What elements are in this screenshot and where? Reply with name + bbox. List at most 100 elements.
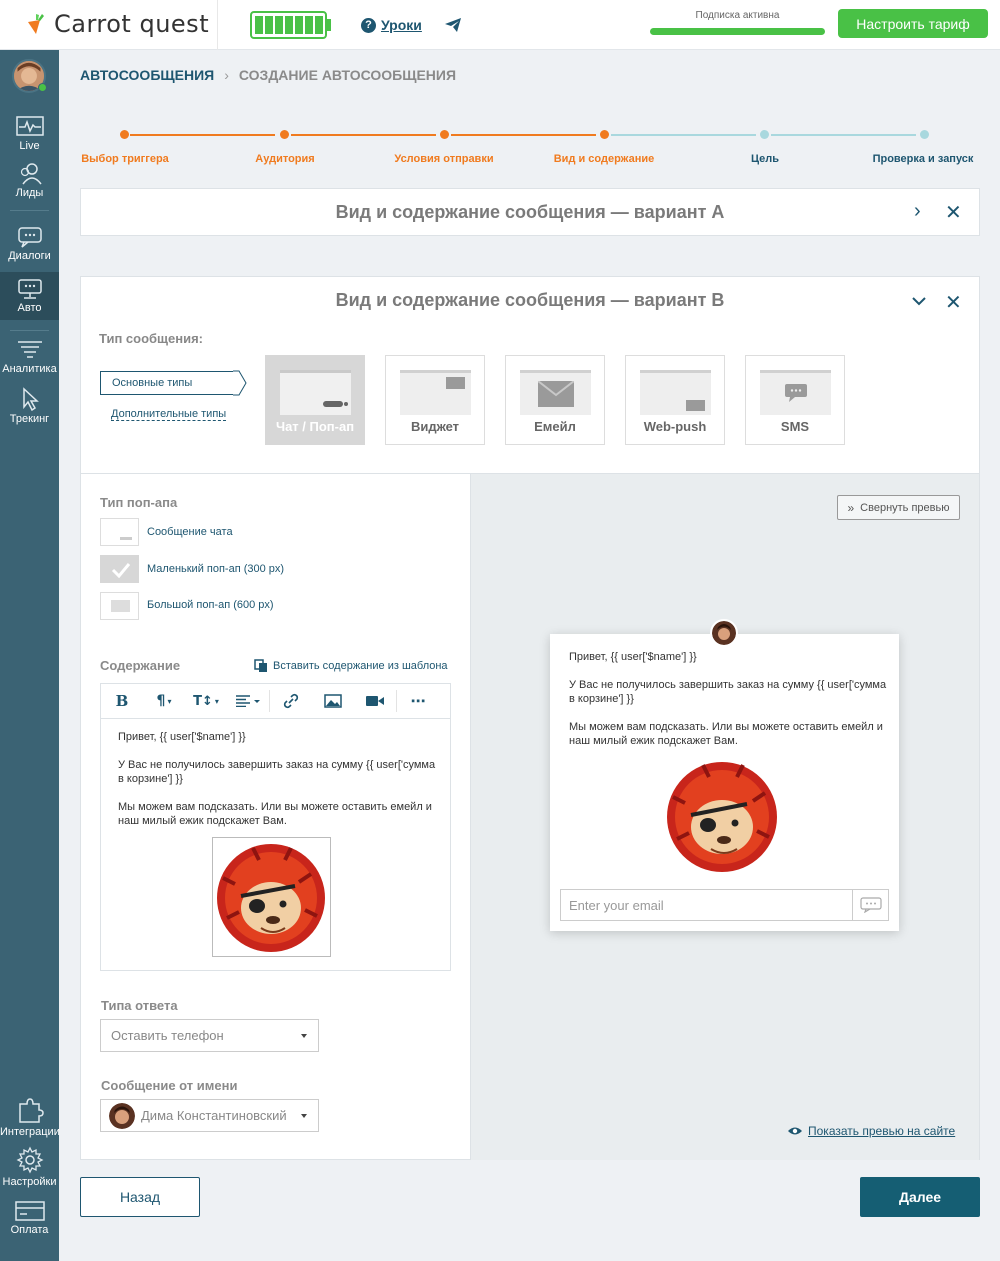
popup-type-small-option[interactable]: [100, 555, 139, 583]
message-type-label: Тип сообщения:: [99, 331, 203, 346]
step-dot[interactable]: [120, 130, 129, 139]
analytics-icon: [17, 341, 42, 358]
tab-arrow-icon: [233, 370, 247, 396]
hedgehog-illustration: [217, 844, 325, 952]
bold-icon[interactable]: B: [101, 684, 143, 719]
gear-icon: [16, 1146, 43, 1174]
popup-type-small-label[interactable]: Маленький поп-ап (300 px): [147, 563, 284, 575]
chevron-right-icon[interactable]: ›: [914, 200, 921, 223]
video-icon[interactable]: [354, 684, 396, 719]
hedgehog-illustration: [667, 762, 777, 872]
popup-type-chat-label[interactable]: Сообщение чата: [147, 526, 233, 538]
cursor-icon: [22, 387, 39, 411]
image-icon[interactable]: [312, 684, 354, 719]
card-icon: [14, 1201, 45, 1221]
reply-type-value: Оставить телефон: [111, 1028, 224, 1043]
popup-preview: Привет, {{ user['$name'] }} У Вас не пол…: [550, 619, 899, 931]
step-label-conditions[interactable]: Условия отправки: [394, 153, 493, 165]
telegram-icon[interactable]: [444, 16, 462, 34]
step-label-content[interactable]: Вид и содержание: [554, 153, 655, 165]
content-line-3: Мы можем вам подсказать. Или вы можете о…: [118, 801, 432, 827]
text-size-icon[interactable]: T↕ ▾: [185, 684, 227, 719]
sender-value: Дима Константиновский: [141, 1108, 287, 1123]
editor-content[interactable]: Привет, {{ user['$name'] }} У Вас не пол…: [118, 730, 438, 842]
logo[interactable]: Carrot quest: [24, 10, 209, 38]
subscription-progress-bar: [650, 28, 825, 35]
popup-line-2: У Вас не получилось завершить заказ на с…: [569, 679, 887, 705]
sender-select[interactable]: Дима Константиновский: [100, 1099, 319, 1132]
lessons-link[interactable]: ? Уроки: [361, 17, 422, 33]
collapse-preview-label: Свернуть превью: [860, 501, 950, 514]
sidebar-item-dialogs[interactable]: Диалоги: [0, 226, 59, 262]
more-icon[interactable]: ⋯: [397, 684, 439, 719]
step-dot[interactable]: [280, 130, 289, 139]
configure-tariff-button[interactable]: Настроить тариф: [838, 9, 988, 38]
battery-icon[interactable]: [250, 9, 332, 41]
message-type-sms[interactable]: SMS: [745, 355, 845, 445]
step-dot[interactable]: [760, 130, 769, 139]
chat-popup-preview-icon: [280, 370, 351, 415]
step-label-review[interactable]: Проверка и запуск: [873, 153, 974, 165]
message-type-web-push[interactable]: Web-push: [625, 355, 725, 445]
sender-label: Сообщение от имени: [101, 1078, 238, 1093]
align-icon[interactable]: [227, 684, 269, 719]
email-placeholder: Enter your email: [569, 897, 664, 913]
sidebar-item-auto[interactable]: Авто: [0, 272, 59, 320]
message-type-email[interactable]: Емейл: [505, 355, 605, 445]
email-preview-icon: [520, 370, 591, 415]
close-icon[interactable]: ✕: [945, 290, 962, 315]
link-icon[interactable]: [270, 684, 312, 719]
breadcrumb-root[interactable]: АВТОСООБЩЕНИЯ: [80, 67, 214, 83]
step-dot[interactable]: [920, 130, 929, 139]
sidebar-item-payment[interactable]: Оплата: [0, 1200, 59, 1236]
sidebar-item-settings[interactable]: Настройки: [0, 1146, 59, 1188]
sidebar-divider: [10, 210, 49, 211]
paragraph-icon[interactable]: ¶ ▾: [143, 684, 185, 719]
popup-type-large-option[interactable]: [100, 592, 139, 620]
step-connector: [611, 134, 756, 136]
popup-type-label: Тип поп-апа: [100, 495, 178, 510]
close-icon[interactable]: ✕: [945, 200, 962, 225]
insert-template-link[interactable]: Вставить содержание из шаблона: [254, 659, 448, 673]
show-preview-link[interactable]: Показать превью на сайте: [787, 1124, 955, 1138]
step-dot[interactable]: [440, 130, 449, 139]
extra-types-link[interactable]: Дополнительные типы: [111, 408, 227, 421]
sidebar-item-analytics[interactable]: Аналитика: [0, 339, 59, 375]
sidebar-item-label: Диалоги: [8, 250, 51, 262]
step-label-goal[interactable]: Цель: [751, 153, 779, 165]
sidebar-item-integrations[interactable]: Интеграции: [0, 1096, 60, 1138]
sidebar-item-label: Аналитика: [2, 363, 57, 375]
sidebar-item-tracking[interactable]: Трекинг: [0, 387, 59, 425]
show-preview-label: Показать превью на сайте: [808, 1124, 956, 1138]
rich-text-editor[interactable]: B ¶ ▾ T↕ ▾ ⋯ Привет, {{ user['$name'] }} У…: [100, 683, 451, 971]
step-label-audience[interactable]: Аудитория: [255, 153, 314, 165]
email-input[interactable]: Enter your email: [560, 889, 889, 921]
step-connector: [291, 134, 436, 136]
hedgehog-image[interactable]: [212, 837, 331, 957]
step-connector: [451, 134, 596, 136]
sidebar-item-leads[interactable]: Лиды: [0, 163, 59, 199]
step-dot[interactable]: [600, 130, 609, 139]
message-type-widget[interactable]: Виджет: [385, 355, 485, 445]
variant-b-title: Вид и содержание сообщения — вариант В: [335, 290, 725, 310]
carrot-logo-icon: [28, 14, 44, 34]
collapse-preview-button[interactable]: » Свернуть превью: [837, 495, 960, 520]
chevron-down-icon[interactable]: [911, 295, 927, 307]
popup-type-chat-option[interactable]: [100, 518, 139, 546]
message-type-label: SMS: [780, 419, 810, 434]
breadcrumb-current: СОЗДАНИЕ АВТОСООБЩЕНИЯ: [238, 67, 457, 83]
popup-type-large-label[interactable]: Большой поп-ап (600 px): [147, 599, 274, 611]
preview-area: » Свернуть превью Привет, {{ user['$name…: [470, 474, 979, 1160]
basic-types-tab[interactable]: Основные типы: [100, 371, 234, 395]
message-type-label: Чат / Поп-ап: [275, 419, 355, 434]
message-type-chat-popup[interactable]: Чат / Поп-ап: [265, 355, 365, 445]
step-label-trigger[interactable]: Выбор триггера: [81, 153, 169, 165]
reply-type-select[interactable]: Оставить телефон: [100, 1019, 319, 1052]
send-button[interactable]: [852, 890, 888, 920]
subscription-status: Подписка активна: [695, 10, 780, 21]
sms-preview-icon: [760, 370, 831, 415]
back-button[interactable]: Назад: [80, 1177, 200, 1217]
next-button[interactable]: Далее: [860, 1177, 980, 1217]
variant-a-panel[interactable]: Вид и содержание сообщения — вариант А ›…: [80, 188, 980, 236]
sidebar-item-live[interactable]: Live: [0, 116, 59, 152]
